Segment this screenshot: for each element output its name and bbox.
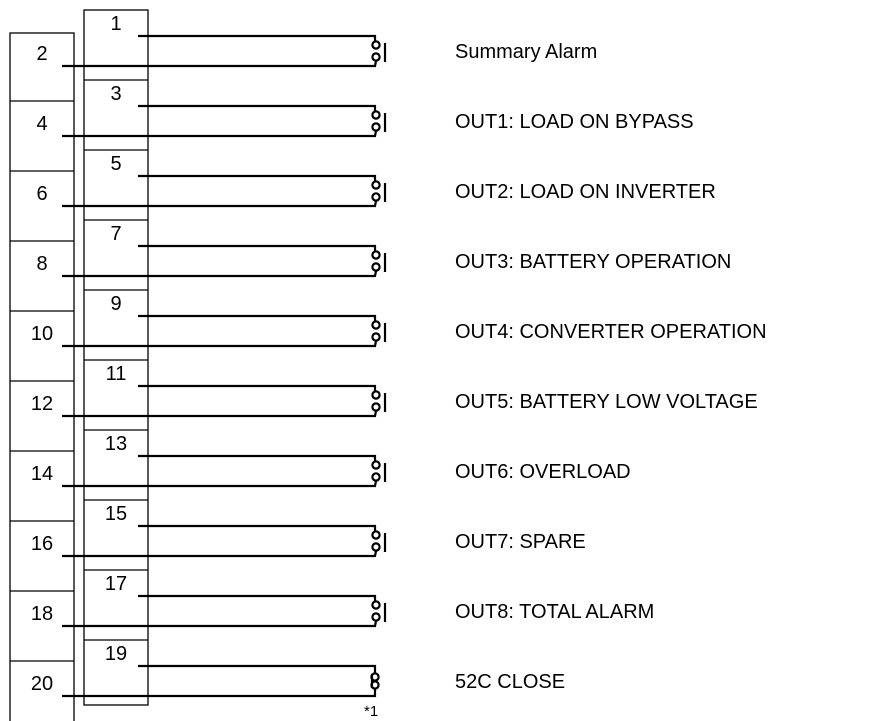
relay-row: 19 20 52C CLOSE — [31, 639, 565, 698]
relay-output-rows: 12 Summary Alarm34 OUT1: LOAD ON BYPASS56 O… — [10, 13, 767, 698]
relay-contact-icon — [370, 524, 387, 558]
terminal-number-even: 4 — [36, 113, 47, 135]
relay-contact-icon — [370, 664, 380, 698]
relay-contact-icon — [370, 384, 387, 418]
relay-contact-icon — [370, 454, 387, 488]
terminal-number-odd: 1 — [110, 13, 121, 35]
terminal-number-odd: 11 — [106, 363, 127, 385]
output-label: OUT1: LOAD ON BYPASS — [455, 111, 694, 133]
output-label: Summary Alarm — [455, 41, 597, 63]
terminal-number-even: 2 — [36, 43, 47, 65]
terminal-number-odd: 17 — [105, 573, 127, 595]
relay-contact-icon — [370, 104, 387, 138]
relay-row: 13 14 OUT6: OVERLOAD — [10, 429, 631, 522]
odd-terminal-block — [83, 9, 149, 706]
terminal-number-odd: 3 — [110, 83, 121, 105]
terminal-wiring-diagram: 12 Summary Alarm34 OUT1: LOAD ON BYPASS56 O… — [9, 9, 767, 721]
terminal-number-even: 6 — [36, 183, 47, 205]
terminal-number-odd: 5 — [110, 153, 121, 175]
terminal-number-odd: 13 — [105, 433, 127, 455]
footnote-mark: *1 — [364, 703, 378, 720]
relay-contact-icon — [370, 244, 387, 278]
terminal-number-even: 18 — [31, 603, 53, 625]
terminal-number-even: 14 — [31, 463, 53, 485]
output-label: OUT3: BATTERY OPERATION — [455, 251, 731, 273]
output-label: OUT4: CONVERTER OPERATION — [455, 321, 767, 343]
output-label: OUT2: LOAD ON INVERTER — [455, 181, 716, 203]
terminal-number-odd: 9 — [110, 293, 121, 315]
output-label: OUT8: TOTAL ALARM — [455, 601, 654, 623]
terminal-number-odd: 15 — [105, 503, 127, 525]
output-label: 52C CLOSE — [455, 671, 565, 693]
terminal-number-even: 8 — [36, 253, 47, 275]
relay-contact-icon — [370, 34, 387, 68]
terminal-number-even: 20 — [31, 673, 53, 695]
output-label: OUT5: BATTERY LOW VOLTAGE — [455, 391, 758, 413]
terminal-number-odd: 19 — [105, 643, 127, 665]
output-label: OUT7: SPARE — [455, 531, 586, 553]
terminal-number-even: 16 — [31, 533, 53, 555]
terminal-number-even: 10 — [31, 323, 53, 345]
relay-row: 1 2 Summary Alarm — [10, 13, 597, 102]
relay-contact-icon — [370, 594, 387, 628]
relay-row: 15 16 OUT7: SPARE — [10, 499, 586, 592]
terminal-number-odd: 7 — [110, 223, 121, 245]
terminal-number-even: 12 — [31, 393, 53, 415]
relay-contact-icon — [370, 314, 387, 348]
output-label: OUT6: OVERLOAD — [455, 461, 631, 483]
relay-contact-icon — [370, 174, 387, 208]
